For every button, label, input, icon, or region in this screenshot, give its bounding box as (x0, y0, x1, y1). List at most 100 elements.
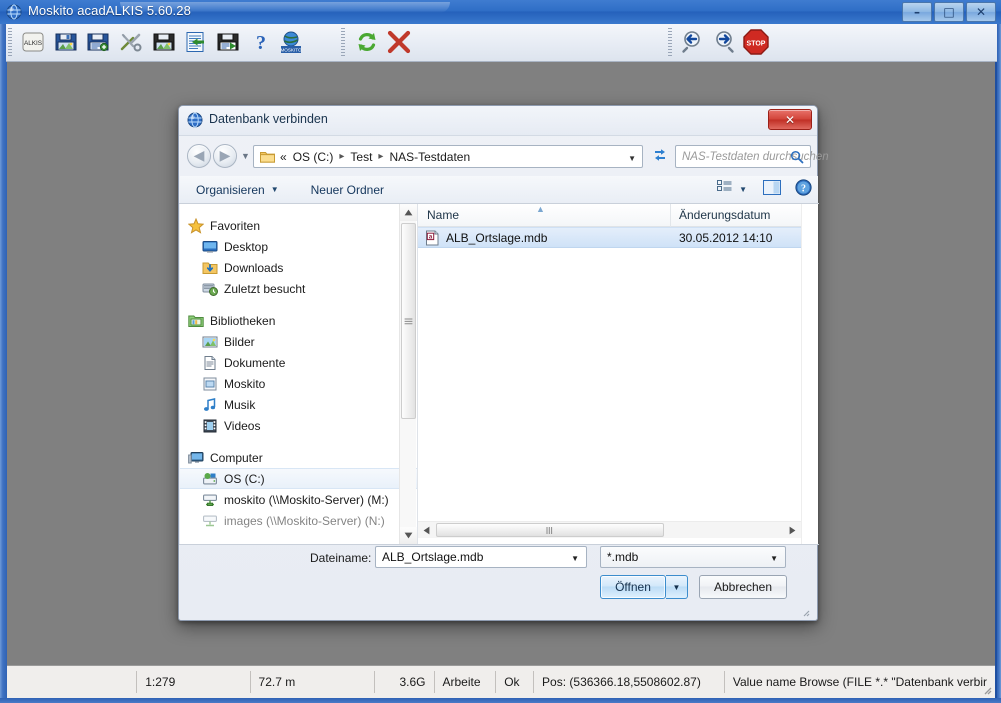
organize-button[interactable]: Organisieren ▼ (188, 179, 287, 201)
sidebar-item-moskito-server-m[interactable]: moskito (\\Moskito-Server) (M:) (180, 489, 417, 510)
sidebar-item-images-server-n[interactable]: images (\\Moskito-Server) (N:) (180, 510, 417, 531)
chevron-down-icon[interactable]: ▼ (571, 554, 579, 563)
search-input[interactable]: NAS-Testdaten durchsuchen (675, 145, 829, 168)
scroll-up-button[interactable] (400, 204, 417, 221)
sidebar-item-videos[interactable]: Videos (180, 415, 417, 436)
close-button[interactable]: ✕ (966, 2, 996, 22)
forward-button[interactable]: ▶ (213, 144, 237, 168)
horizontal-scroll-thumb[interactable] (436, 523, 664, 537)
command-bar-right: ▼ ? (717, 179, 812, 199)
chevron-down-icon: ▼ (270, 185, 279, 194)
navigation-pane[interactable]: Favoriten Desktop Downloads Zuletzt besu… (180, 204, 417, 544)
address-dropdown-icon[interactable]: ▼ (628, 154, 636, 163)
refresh-arrows-icon (652, 147, 668, 166)
file-type-filter-select[interactable]: *.mdb ▼ (600, 546, 786, 568)
filename-input[interactable]: ALB_Ortslage.mdb ▼ (375, 546, 587, 568)
search-icon[interactable] (790, 150, 804, 167)
dialog-resize-grip-icon[interactable] (800, 606, 812, 618)
sidebar-item-dokumente[interactable]: Dokumente (180, 352, 417, 373)
nav-group-bibliotheken[interactable]: Bibliotheken (180, 310, 417, 331)
videos-icon (202, 418, 218, 434)
file-list-horizontal-scrollbar[interactable] (418, 521, 801, 538)
zoom-out-button[interactable] (678, 28, 708, 58)
sidebar-item-downloads[interactable]: Downloads (180, 257, 417, 278)
dialog-titlebar[interactable]: Datenbank verbinden ✕ (179, 106, 817, 136)
sidebar-item-zuletzt-besucht[interactable]: Zuletzt besucht (180, 278, 417, 299)
svg-text:MOSKITO: MOSKITO (280, 47, 302, 52)
file-list-vertical-scrollbar[interactable] (801, 204, 818, 544)
crumb-nas-testdaten[interactable]: NAS-Testdaten (388, 150, 471, 164)
sidebar-item-musik[interactable]: Musik (180, 394, 417, 415)
open-button[interactable]: Öffnen (600, 575, 666, 599)
view-chevron-down-icon[interactable]: ▼ (739, 185, 747, 194)
main-titlebar[interactable]: Moskito acadALKIS 5.60.28 – □ ✕ (0, 0, 1001, 24)
table-row[interactable]: a ALB_Ortslage.mdb 30.05.2012 14:10 (418, 227, 818, 248)
refresh-button[interactable] (649, 145, 671, 168)
toolbar-grip-3[interactable] (668, 28, 672, 58)
svg-text:?: ? (801, 183, 806, 194)
nav-group-computer[interactable]: Computer (180, 447, 417, 468)
cancel-button[interactable]: Abbrechen (699, 575, 787, 599)
status-scale[interactable]: 1:279 (136, 671, 251, 693)
scroll-down-button[interactable] (400, 527, 417, 544)
sidebar-item-moskito[interactable]: Moskito (180, 373, 417, 394)
toolbar-grip-2[interactable] (341, 28, 345, 58)
file-list-pane[interactable]: Name ▲ Änderungsdatum a ALB_Ortslage.mdb… (418, 204, 818, 544)
help-button[interactable]: ? (246, 28, 276, 58)
stop-button[interactable]: STOP (741, 28, 771, 58)
nav-label: moskito (\\Moskito-Server) (M:) (224, 492, 389, 507)
documents-icon (202, 355, 218, 371)
sidebar-item-os-c[interactable]: OS (C:) (180, 468, 417, 489)
open-dropdown-button[interactable]: ▼ (666, 575, 688, 599)
maximize-button[interactable]: □ (934, 2, 964, 22)
nav-label: Moskito (224, 376, 266, 391)
crumb-test[interactable]: Test (349, 150, 373, 164)
open-image-button[interactable] (51, 28, 81, 58)
minimize-icon: – (914, 5, 920, 19)
sort-ascending-icon: ▲ (536, 204, 545, 214)
green-refresh-icon (355, 30, 379, 57)
crumb-drive[interactable]: OS (C:) (292, 150, 335, 164)
filename-label: Dateiname: (310, 551, 372, 565)
new-folder-button[interactable]: Neuer Ordner (303, 179, 392, 201)
tools-button[interactable] (116, 28, 146, 58)
refresh-button[interactable] (352, 28, 382, 58)
scroll-left-button[interactable] (418, 522, 435, 538)
recent-pages-chevron-icon[interactable]: ▼ (241, 151, 250, 161)
sidebar-item-desktop[interactable]: Desktop (180, 236, 417, 257)
sidebar-item-bilder[interactable]: Bilder (180, 331, 417, 352)
nav-label: Zuletzt besucht (224, 281, 306, 296)
crumb-root[interactable]: « (275, 150, 288, 164)
status-length[interactable]: 72.7 m (251, 671, 375, 693)
alkis-icon: ALKIS (21, 30, 45, 57)
alkis-button[interactable]: ALKIS (18, 28, 48, 58)
dialog-close-button[interactable]: ✕ (768, 109, 812, 130)
help-circle-icon[interactable]: ? (795, 179, 812, 199)
file-name-cell[interactable]: a ALB_Ortslage.mdb (418, 230, 671, 246)
floppy-data-icon (86, 30, 110, 57)
back-button[interactable]: ◀ (187, 144, 211, 168)
navigation-scroll-thumb[interactable] (401, 223, 416, 419)
resize-grip-icon[interactable] (980, 683, 992, 695)
minimize-button[interactable]: – (902, 2, 932, 22)
scroll-right-button[interactable] (784, 522, 801, 538)
moskito-web-button[interactable]: MOSKITO (276, 28, 306, 58)
toolbar-grip[interactable] (8, 28, 12, 58)
mdb-file-icon: a (425, 230, 440, 246)
import-document-button[interactable] (181, 28, 211, 58)
preview-pane-icon[interactable] (763, 180, 781, 198)
delete-button[interactable] (384, 28, 414, 58)
nav-group-favoriten[interactable]: Favoriten (180, 215, 417, 236)
address-bar[interactable]: « OS (C:) ▸ Test ▸ NAS-Testdaten ▼ (253, 145, 643, 168)
import-image-button[interactable] (149, 28, 179, 58)
column-header-date[interactable]: Änderungsdatum (671, 204, 818, 227)
zoom-in-button[interactable] (710, 28, 740, 58)
column-header-name[interactable]: Name ▲ (418, 204, 671, 227)
save-data-button[interactable] (83, 28, 113, 58)
navigation-scrollbar[interactable] (399, 204, 417, 544)
nav-label: Computer (210, 450, 263, 465)
chevron-down-icon[interactable]: ▼ (770, 554, 778, 563)
export-document-button[interactable] (213, 28, 243, 58)
app-globe-icon (6, 4, 22, 20)
view-list-icon[interactable] (717, 180, 733, 198)
